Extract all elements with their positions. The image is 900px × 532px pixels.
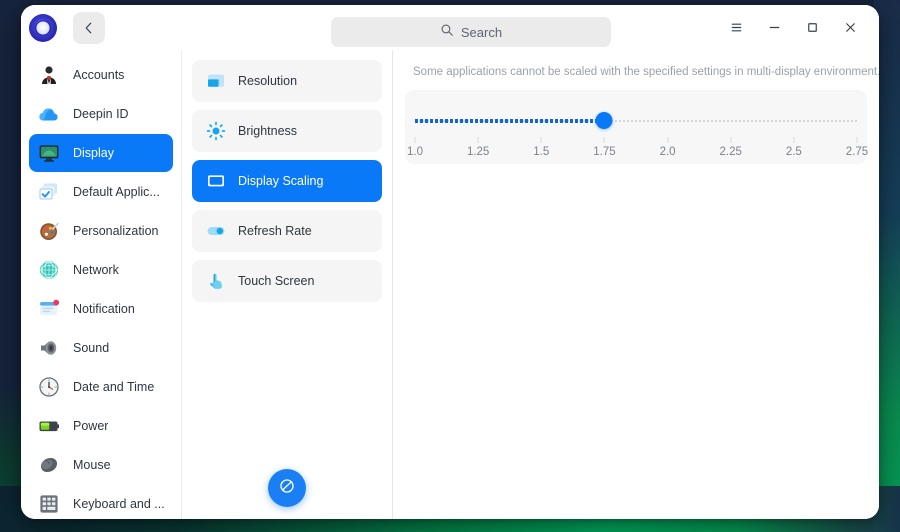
slider-tick-label: 2.5 bbox=[785, 146, 802, 159]
list-item-refresh-rate[interactable]: Refresh Rate bbox=[192, 210, 382, 252]
sidebar-item-deepin-id[interactable]: Deepin ID bbox=[29, 95, 173, 133]
back-button[interactable] bbox=[73, 11, 105, 44]
slider-tick bbox=[540, 137, 542, 144]
sidebar-nav: Accounts Deepin ID Display Default Appli… bbox=[21, 50, 181, 519]
touch-screen-icon bbox=[206, 271, 226, 291]
palette-icon bbox=[37, 219, 61, 243]
slider-tick-label: 1.5 bbox=[533, 146, 550, 159]
network-globe-icon bbox=[37, 258, 61, 282]
sidebar-item-network[interactable]: Network bbox=[29, 251, 173, 289]
sidebar-item-label: Accounts bbox=[73, 68, 125, 82]
window-titlebar: Search bbox=[21, 5, 879, 50]
list-item-label: Display Scaling bbox=[238, 174, 324, 188]
list-item-display-scaling[interactable]: Display Scaling bbox=[192, 160, 382, 202]
sidebar-item-power[interactable]: Power bbox=[29, 407, 173, 445]
display-scaling-slider[interactable]: 1.0 1.25 1.5 1.75 2.0 2.25 2.5 2.75 bbox=[405, 90, 869, 165]
sidebar-item-label: Network bbox=[73, 263, 119, 277]
list-item-touch-screen[interactable]: Touch Screen bbox=[192, 260, 382, 302]
merge-display-button[interactable] bbox=[268, 469, 306, 507]
resolution-icon bbox=[206, 71, 226, 91]
slider-tick-label: 2.25 bbox=[719, 146, 742, 159]
display-scaling-icon bbox=[206, 171, 226, 191]
sidebar-item-date-and-time[interactable]: Date and Time bbox=[29, 368, 173, 406]
merge-display-icon bbox=[277, 476, 297, 501]
minimize-icon[interactable] bbox=[755, 11, 793, 45]
main-content: Some applications cannot be scaled with … bbox=[393, 50, 879, 519]
brightness-icon bbox=[206, 121, 226, 141]
slider-tick-label: 2.75 bbox=[845, 146, 869, 159]
list-item-brightness[interactable]: Brightness bbox=[192, 110, 382, 152]
default-apps-icon bbox=[37, 180, 61, 204]
slider-tick bbox=[603, 137, 605, 144]
sidebar-item-label: Sound bbox=[73, 341, 110, 355]
sidebar-item-keyboard[interactable]: Keyboard and ... bbox=[29, 485, 173, 519]
sidebar-item-label: Keyboard and ... bbox=[73, 497, 165, 511]
close-icon[interactable] bbox=[831, 11, 869, 45]
list-item-label: Resolution bbox=[238, 74, 298, 88]
speaker-icon bbox=[37, 336, 61, 360]
sidebar-item-label: Deepin ID bbox=[73, 107, 129, 121]
slider-tick bbox=[856, 137, 858, 144]
keyboard-icon bbox=[37, 492, 61, 516]
slider-tick-label: 1.0 bbox=[407, 146, 423, 159]
window-controls bbox=[717, 11, 871, 45]
sidebar-item-mouse[interactable]: Mouse bbox=[29, 446, 173, 484]
sidebar-item-label: Mouse bbox=[73, 458, 111, 472]
list-item-resolution[interactable]: Resolution bbox=[192, 60, 382, 102]
list-item-label: Refresh Rate bbox=[238, 224, 312, 238]
clock-icon bbox=[37, 375, 61, 399]
display-settings-list: Resolution Brightness Display Scaling Re… bbox=[181, 50, 393, 519]
sidebar-item-label: Power bbox=[73, 419, 109, 433]
list-item-label: Touch Screen bbox=[238, 274, 315, 288]
sidebar-item-label: Date and Time bbox=[73, 380, 155, 394]
sidebar-item-label: Default Applic... bbox=[73, 185, 160, 199]
deepin-logo-icon bbox=[29, 13, 57, 42]
slider-track-fill bbox=[415, 119, 605, 124]
sidebar-item-label: Personalization bbox=[73, 224, 159, 238]
mouse-icon bbox=[37, 453, 61, 477]
cloud-icon bbox=[37, 102, 61, 126]
sidebar-item-display[interactable]: Display bbox=[29, 134, 173, 172]
window-body: Accounts Deepin ID Display Default Appli… bbox=[21, 50, 879, 519]
slider-thumb[interactable] bbox=[595, 112, 613, 130]
slider-tick bbox=[667, 137, 669, 144]
search-placeholder: Search bbox=[460, 24, 503, 40]
sidebar-item-personalization[interactable]: Personalization bbox=[29, 212, 173, 250]
sidebar-item-notification[interactable]: Notification bbox=[29, 290, 173, 328]
display-icon bbox=[37, 141, 61, 165]
list-item-label: Brightness bbox=[238, 124, 298, 138]
battery-icon bbox=[37, 414, 61, 438]
notification-icon bbox=[37, 297, 61, 321]
sidebar-item-label: Display bbox=[73, 146, 114, 160]
search-icon bbox=[440, 23, 454, 42]
scaling-notice-text: Some applications cannot be scaled with … bbox=[413, 66, 879, 78]
slider-track[interactable] bbox=[415, 112, 857, 130]
slider-tick-label: 1.75 bbox=[593, 146, 616, 159]
control-center-window: Search Accounts Deepin ID Display Defaul… bbox=[21, 5, 879, 519]
accounts-icon bbox=[37, 63, 61, 87]
sidebar-item-label: Notification bbox=[73, 302, 135, 316]
hamburger-menu-icon[interactable] bbox=[717, 11, 755, 45]
slider-tick bbox=[730, 137, 732, 144]
sidebar-item-default-applications[interactable]: Default Applic... bbox=[29, 173, 173, 211]
slider-tick bbox=[793, 137, 795, 144]
maximize-icon[interactable] bbox=[793, 11, 831, 45]
slider-tick-label: 1.25 bbox=[466, 146, 490, 159]
refresh-rate-toggle-icon bbox=[206, 221, 226, 241]
slider-tick bbox=[477, 137, 479, 144]
search-input[interactable]: Search bbox=[331, 17, 611, 47]
slider-tick bbox=[414, 137, 416, 144]
sidebar-item-sound[interactable]: Sound bbox=[29, 329, 173, 367]
sidebar-item-accounts[interactable]: Accounts bbox=[29, 56, 173, 94]
slider-tick-label: 2.0 bbox=[659, 146, 676, 159]
